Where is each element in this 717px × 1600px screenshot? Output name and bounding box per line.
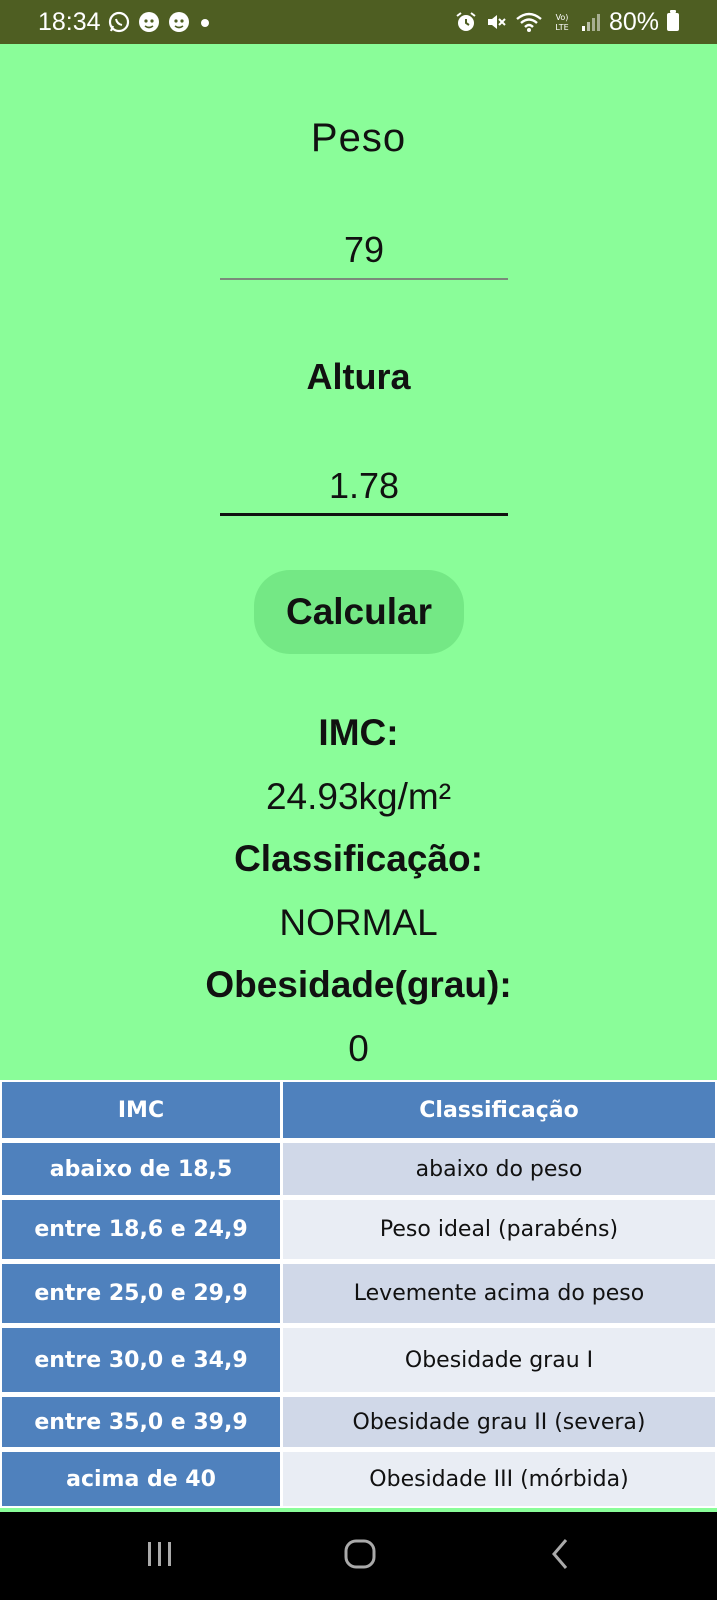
- back-button[interactable]: [500, 1512, 620, 1600]
- status-right: Vo) LTE 80%: [455, 8, 679, 37]
- status-time: 18:34: [38, 7, 101, 36]
- status-bar: 18:34 Vo) LTE 80%: [0, 0, 717, 44]
- back-icon: [548, 1537, 572, 1576]
- table-cell-imc: entre 30,0 e 34,9: [2, 1328, 280, 1392]
- imc-label: IMC:: [318, 712, 399, 753]
- table-cell-imc: acima de 40: [2, 1452, 280, 1506]
- table-cell-imc: entre 25,0 e 29,9: [2, 1264, 280, 1323]
- status-left: 18:34: [38, 8, 213, 37]
- table-cell-classificacao: Obesidade III (mórbida): [283, 1452, 715, 1506]
- whatsapp-icon: [107, 10, 131, 34]
- battery-percent: 80%: [608, 7, 659, 36]
- recent-apps-icon: [144, 1539, 176, 1574]
- navigation-bar: [0, 1512, 717, 1600]
- table-cell-imc: entre 18,6 e 24,9: [2, 1200, 280, 1259]
- home-button[interactable]: [300, 1512, 420, 1600]
- obesidade-label: Obesidade(grau):: [205, 964, 512, 1005]
- signal-icon: [581, 11, 601, 33]
- table-row: entre 30,0 e 34,9 Obesidade grau I: [0, 1328, 717, 1392]
- alarm-icon: [455, 11, 477, 33]
- battery-icon: [667, 10, 679, 31]
- mute-icon: [485, 11, 507, 33]
- volte-icon: Vo) LTE: [551, 11, 573, 33]
- table-cell-classificacao: Peso ideal (parabéns): [283, 1200, 715, 1259]
- table-row: entre 25,0 e 29,9 Levemente acima do pes…: [0, 1264, 717, 1323]
- table-cell-classificacao: Obesidade grau II (severa): [283, 1397, 715, 1447]
- table-row: abaixo de 18,5 abaixo do peso: [0, 1143, 717, 1195]
- recent-apps-button[interactable]: [100, 1512, 220, 1600]
- obesidade-value: 0: [348, 1028, 369, 1069]
- table-row: acima de 40 Obesidade III (mórbida): [0, 1452, 717, 1506]
- table-cell-classificacao: Obesidade grau I: [283, 1328, 715, 1392]
- table-cell-classificacao: abaixo do peso: [283, 1143, 715, 1195]
- imc-value: 24.93kg/m²: [265, 776, 452, 817]
- table-row: entre 18,6 e 24,9 Peso ideal (parabéns): [0, 1200, 717, 1259]
- table-cell-imc: abaixo de 18,5: [2, 1143, 280, 1195]
- imc-table: IMC Classificação abaixo de 18,5 abaixo …: [0, 1080, 717, 1508]
- notification-face-icon: [167, 10, 191, 34]
- peso-label: Peso: [310, 116, 407, 160]
- wifi-icon: [515, 11, 543, 33]
- table-cell-imc: entre 35,0 e 39,9: [2, 1397, 280, 1447]
- altura-label: Altura: [306, 356, 411, 397]
- dot-icon: [197, 14, 213, 30]
- peso-input[interactable]: 79: [220, 220, 508, 280]
- calcular-button[interactable]: Calcular: [254, 570, 464, 654]
- table-header-imc: IMC: [2, 1082, 280, 1138]
- altura-input[interactable]: 1.78: [220, 456, 508, 516]
- table-cell-classificacao: Levemente acima do peso: [283, 1264, 715, 1323]
- table-header-row: IMC Classificação: [0, 1082, 717, 1138]
- svg-text:LTE: LTE: [555, 23, 568, 32]
- home-icon: [343, 1537, 377, 1576]
- classificacao-value: NORMAL: [279, 902, 438, 943]
- classificacao-label: Classificação:: [234, 838, 483, 879]
- notification-face-icon: [137, 10, 161, 34]
- table-row: entre 35,0 e 39,9 Obesidade grau II (sev…: [0, 1397, 717, 1447]
- svg-text:Vo): Vo): [556, 13, 569, 22]
- main-content: Peso 79 Altura 1.78 Calcular IMC: 24.93k…: [0, 44, 717, 1080]
- table-header-classificacao: Classificação: [283, 1082, 715, 1138]
